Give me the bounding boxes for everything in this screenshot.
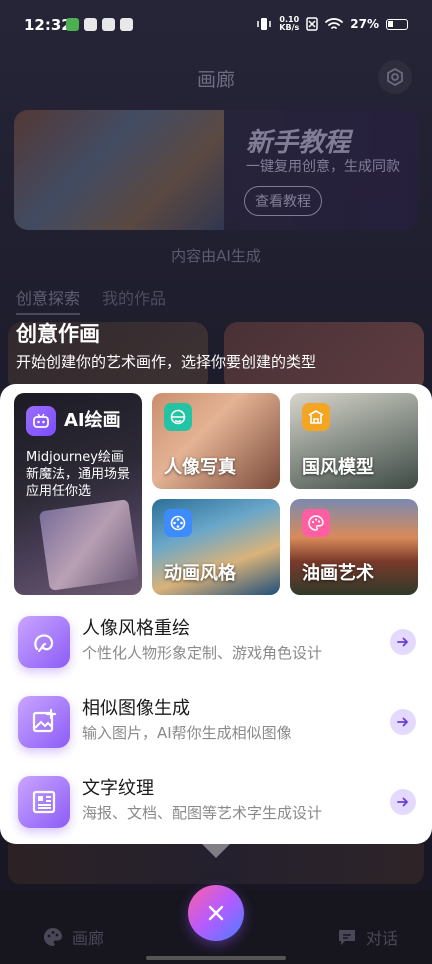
app-notification-icon: [84, 18, 97, 31]
settings-button[interactable]: [378, 60, 412, 94]
ai-painting-description: Midjourney绘画新魔法，通用场景应用任你选: [26, 450, 131, 499]
nav-chat[interactable]: 对话: [336, 925, 398, 949]
app-notification-icon: [120, 18, 133, 31]
row-subtitle: 个性化人物形象定制、游戏角色设计: [82, 644, 323, 662]
ai-painting-card[interactable]: AI绘画 Midjourney绘画新魔法，通用场景应用任你选: [14, 393, 142, 595]
close-create-button[interactable]: [188, 885, 244, 941]
row-title: 人像风格重绘: [82, 618, 190, 639]
face-icon: [164, 403, 192, 431]
tile-portrait-label: 人像写真: [164, 457, 236, 478]
nav-chat-label: 对话: [365, 929, 398, 948]
app-notification-icon: [102, 18, 115, 31]
portrait-redraw-icon: [18, 616, 70, 668]
pavilion-icon: [302, 403, 330, 431]
create-subheading: 开始创建你的艺术画作，选择你要创建的类型: [16, 353, 317, 371]
notification-icons: [66, 18, 133, 31]
palette-icon: [302, 509, 330, 537]
palette-nav-icon: [44, 928, 62, 946]
tile-anime-label: 动画风格: [164, 563, 236, 584]
ai-generated-note: 内容由AI生成: [171, 247, 261, 265]
vibrate-icon: [257, 18, 272, 30]
ai-painting-preview-image: [38, 499, 140, 591]
gallery-tabs: 创意探索 我的作品: [16, 285, 166, 315]
tile-oil-painting-label: 油画艺术: [302, 563, 374, 584]
row-portrait-redraw[interactable]: 人像风格重绘 个性化人物形象定制、游戏角色设计: [18, 612, 418, 668]
arrow-right-icon[interactable]: [390, 709, 416, 735]
chat-bubble-icon: [338, 930, 355, 945]
net-speed: 0.10 KB/s: [279, 16, 299, 32]
banner-subtitle: 一键复用创意，生成同款: [246, 159, 400, 175]
image-add-icon: [18, 696, 70, 748]
row-text-texture[interactable]: 文字纹理 海报、文档、配图等艺术字生成设计: [18, 772, 418, 828]
page-title: 画廊: [196, 69, 235, 91]
nav-gallery-label: 画廊: [72, 929, 105, 948]
tab-creative-explore[interactable]: 创意探索: [16, 285, 81, 315]
create-heading: 创意作画: [16, 322, 100, 346]
tile-portrait[interactable]: 人像写真: [152, 393, 280, 489]
row-subtitle: 输入图片，AI帮你生成相似图像: [82, 724, 292, 742]
sim-off-icon: [306, 17, 319, 31]
ai-painting-label: AI绘画: [64, 410, 121, 431]
status-right: 0.10 KB/s 27%: [256, 16, 408, 32]
banner-collage-image: [14, 110, 224, 230]
row-title: 文字纹理: [82, 778, 154, 799]
gallery-peek-images: [8, 844, 424, 884]
arrow-right-icon[interactable]: [390, 629, 416, 655]
tile-chinese-style[interactable]: 国风模型: [290, 393, 418, 489]
row-similar-image[interactable]: 相似图像生成 输入图片，AI帮你生成相似图像: [18, 692, 418, 748]
tab-my-works[interactable]: 我的作品: [102, 285, 166, 315]
tile-anime[interactable]: 动画风格: [152, 499, 280, 595]
battery-percent: 27%: [350, 17, 379, 31]
wifi-icon: [325, 18, 344, 29]
net-speed-unit: KB/s: [279, 23, 300, 32]
text-texture-icon: [18, 776, 70, 828]
tutorial-banner[interactable]: 新手教程 一键复用创意，生成同款 查看教程: [14, 110, 418, 230]
screen: 12:32 0.10 KB/s 27% 画廊 新手教程 一键复用创意，生成同款 …: [0, 0, 432, 964]
hexagon-settings-icon: [387, 67, 403, 87]
robot-icon: [26, 406, 56, 436]
status-time: 12:32: [24, 16, 72, 34]
view-tutorial-button[interactable]: 查看教程: [244, 186, 322, 216]
tile-oil-painting[interactable]: 油画艺术: [290, 499, 418, 595]
close-icon: [208, 905, 224, 921]
app-notification-icon: [66, 18, 79, 31]
nav-gallery[interactable]: 画廊: [42, 925, 104, 949]
row-title: 相似图像生成: [82, 698, 190, 719]
tile-chinese-style-label: 国风模型: [302, 457, 374, 478]
battery-icon: [386, 18, 408, 30]
banner-title: 新手教程: [246, 128, 351, 158]
status-bar: 12:32 0.10 KB/s 27%: [0, 0, 432, 50]
row-subtitle: 海报、文档、配图等艺术字生成设计: [82, 804, 323, 822]
film-reel-icon: [164, 509, 192, 537]
home-indicator[interactable]: [146, 956, 286, 960]
arrow-right-icon[interactable]: [390, 789, 416, 815]
